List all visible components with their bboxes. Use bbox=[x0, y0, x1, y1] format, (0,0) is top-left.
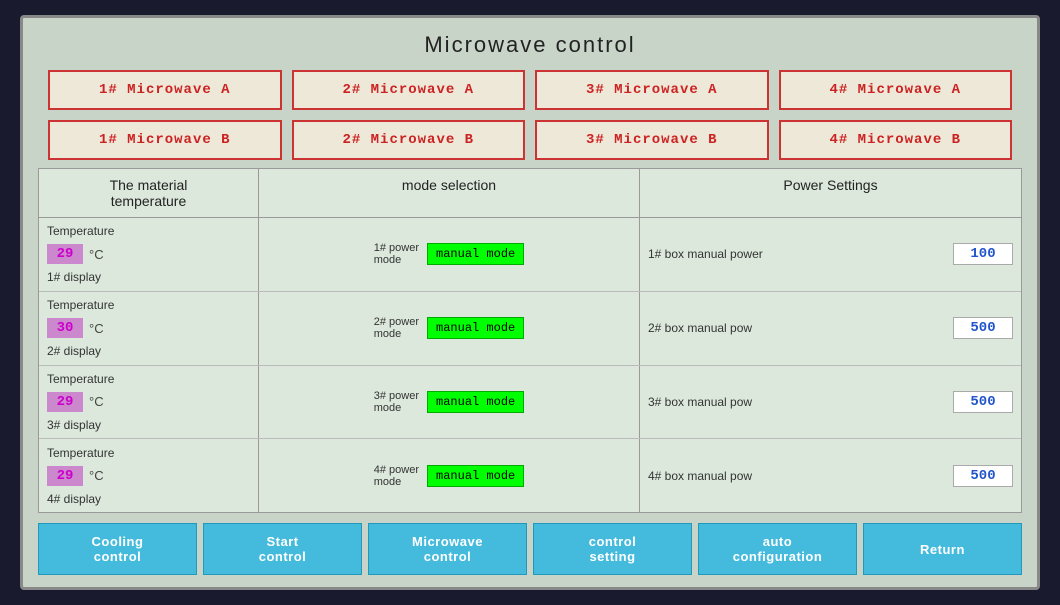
table-row: Temperature 29 °C 1# display 1# powermod… bbox=[39, 218, 1021, 292]
power-cell-2: 2# box manual pow bbox=[640, 292, 1021, 365]
manual-mode-btn-4[interactable]: manual mode bbox=[427, 465, 524, 487]
cooling-control-button[interactable]: Coolingcontrol bbox=[38, 523, 197, 575]
temp-unit-2: °C bbox=[89, 321, 104, 336]
temp-unit-3: °C bbox=[89, 394, 104, 409]
temp-value-1: 29 bbox=[47, 244, 83, 264]
microwave-row-b: 1# Microwave B 2# Microwave B 3# Microwa… bbox=[38, 118, 1022, 162]
power-input-1[interactable] bbox=[953, 243, 1013, 265]
power-input-4[interactable] bbox=[953, 465, 1013, 487]
microwave-1a-button[interactable]: 1# Microwave A bbox=[48, 70, 282, 110]
temp-label1-4: Temperature bbox=[47, 446, 114, 460]
manual-mode-btn-3[interactable]: manual mode bbox=[427, 391, 524, 413]
temp-label1-2: Temperature bbox=[47, 298, 114, 312]
main-table: The materialtemperature mode selection P… bbox=[38, 168, 1022, 513]
microwave-row-a: 1# Microwave A 2# Microwave A 3# Microwa… bbox=[38, 68, 1022, 112]
mode-label-3: 3# powermode bbox=[374, 390, 419, 414]
table-header: The materialtemperature mode selection P… bbox=[39, 169, 1021, 218]
power-label-2: 2# box manual pow bbox=[648, 321, 947, 335]
manual-mode-btn-1[interactable]: manual mode bbox=[427, 243, 524, 265]
microwave-1b-button[interactable]: 1# Microwave B bbox=[48, 120, 282, 160]
temp-cell-3: Temperature 29 °C 3# display bbox=[39, 366, 259, 439]
temp-cell-2: Temperature 30 °C 2# display bbox=[39, 292, 259, 365]
auto-configuration-button[interactable]: autoconfiguration bbox=[698, 523, 857, 575]
microwave-3a-button[interactable]: 3# Microwave A bbox=[535, 70, 769, 110]
temp-label1-1: Temperature bbox=[47, 224, 114, 238]
table-body: Temperature 29 °C 1# display 1# powermod… bbox=[39, 218, 1021, 512]
power-label-4: 4# box manual pow bbox=[648, 469, 947, 483]
power-cell-1: 1# box manual power bbox=[640, 218, 1021, 291]
temp-unit-4: °C bbox=[89, 468, 104, 483]
manual-mode-btn-2[interactable]: manual mode bbox=[427, 317, 524, 339]
col2-header: mode selection bbox=[259, 169, 640, 217]
temp-label1-3: Temperature bbox=[47, 372, 114, 386]
microwave-2a-button[interactable]: 2# Microwave A bbox=[292, 70, 526, 110]
page-title: Microwave control bbox=[38, 28, 1022, 62]
power-cell-4: 4# box manual pow bbox=[640, 439, 1021, 512]
temp-unit-1: °C bbox=[89, 247, 104, 262]
microwave-control-button[interactable]: Microwavecontrol bbox=[368, 523, 527, 575]
mode-cell-4: 4# powermode manual mode bbox=[259, 439, 640, 512]
mode-cell-2: 2# powermode manual mode bbox=[259, 292, 640, 365]
temp-label2-1: 1# display bbox=[47, 270, 101, 284]
power-cell-3: 3# box manual pow bbox=[640, 366, 1021, 439]
microwave-3b-button[interactable]: 3# Microwave B bbox=[535, 120, 769, 160]
microwave-4a-button[interactable]: 4# Microwave A bbox=[779, 70, 1013, 110]
temp-label2-2: 2# display bbox=[47, 344, 101, 358]
microwave-4b-button[interactable]: 4# Microwave B bbox=[779, 120, 1013, 160]
mode-label-1: 1# powermode bbox=[374, 242, 419, 266]
col1-header: The materialtemperature bbox=[39, 169, 259, 217]
col3-header: Power Settings bbox=[640, 169, 1021, 217]
bottom-bar: Coolingcontrol Startcontrol Microwavecon… bbox=[38, 519, 1022, 577]
power-input-3[interactable] bbox=[953, 391, 1013, 413]
start-control-button[interactable]: Startcontrol bbox=[203, 523, 362, 575]
mode-label-4: 4# powermode bbox=[374, 464, 419, 488]
mode-cell-3: 3# powermode manual mode bbox=[259, 366, 640, 439]
temp-cell-4: Temperature 29 °C 4# display bbox=[39, 439, 259, 512]
power-label-3: 3# box manual pow bbox=[648, 395, 947, 409]
temp-cell-1: Temperature 29 °C 1# display bbox=[39, 218, 259, 291]
control-setting-button[interactable]: controlsetting bbox=[533, 523, 692, 575]
temp-value-3: 29 bbox=[47, 392, 83, 412]
main-screen: Microwave control 1# Microwave A 2# Micr… bbox=[20, 15, 1040, 590]
microwave-2b-button[interactable]: 2# Microwave B bbox=[292, 120, 526, 160]
table-row: Temperature 29 °C 4# display 4# powermod… bbox=[39, 439, 1021, 512]
temp-label2-4: 4# display bbox=[47, 492, 101, 506]
temp-value-2: 30 bbox=[47, 318, 83, 338]
mode-cell-1: 1# powermode manual mode bbox=[259, 218, 640, 291]
temp-label2-3: 3# display bbox=[47, 418, 101, 432]
temp-value-4: 29 bbox=[47, 466, 83, 486]
mode-label-2: 2# powermode bbox=[374, 316, 419, 340]
table-row: Temperature 30 °C 2# display 2# powermod… bbox=[39, 292, 1021, 366]
power-input-2[interactable] bbox=[953, 317, 1013, 339]
table-row: Temperature 29 °C 3# display 3# powermod… bbox=[39, 366, 1021, 440]
power-label-1: 1# box manual power bbox=[648, 247, 947, 261]
return-button[interactable]: Return bbox=[863, 523, 1022, 575]
